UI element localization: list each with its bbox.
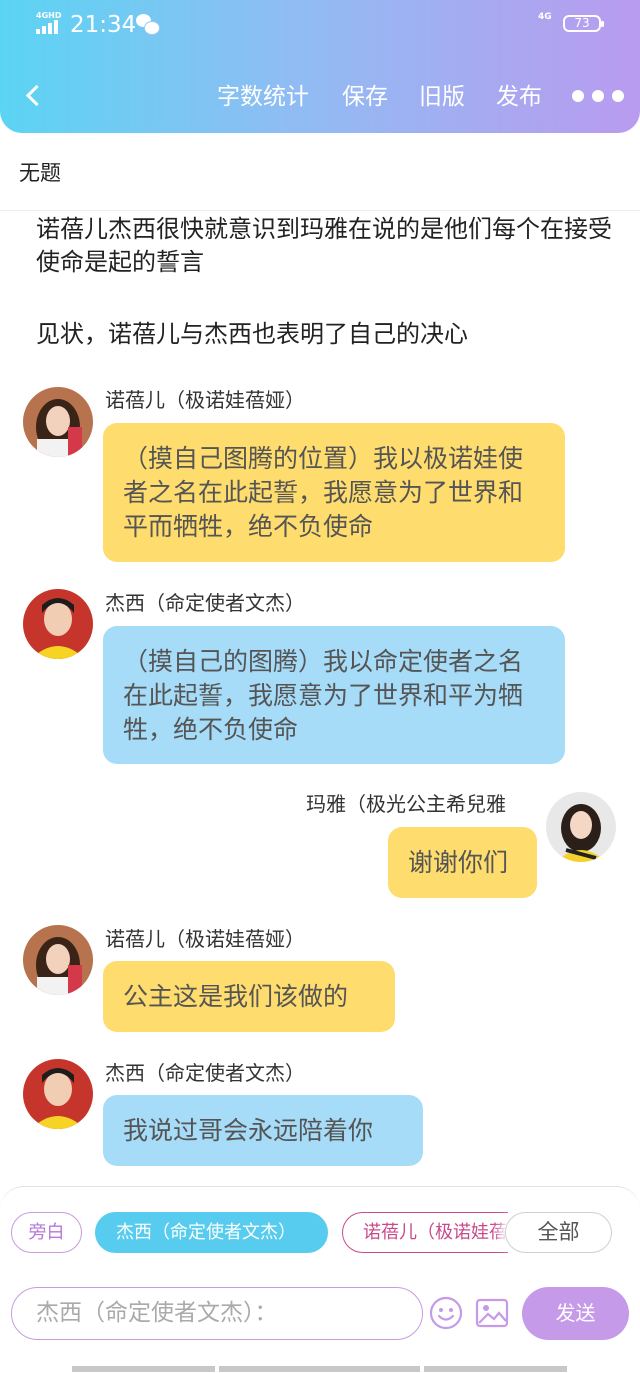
speaker-name: 诺蓓儿（极诺娃蓓娅） — [105, 927, 305, 951]
avatar-maya[interactable] — [546, 792, 616, 862]
battery-icon: 73 — [563, 15, 604, 32]
speaker-name: 杰西（命定使者文杰） — [105, 1061, 305, 1085]
story-title[interactable]: 无题 — [19, 157, 61, 189]
speaker-name: 杰西（命定使者文杰） — [105, 591, 305, 615]
wechat-icon — [136, 13, 160, 35]
nav-bar-segment — [219, 1366, 420, 1372]
back-button[interactable] — [20, 80, 50, 110]
status-time: 21:34 — [70, 12, 137, 38]
avatar-jessie[interactable] — [23, 1059, 93, 1129]
avatar-noel[interactable] — [23, 925, 93, 995]
message-bubble[interactable]: 我说过哥会永远陪着你 — [103, 1095, 423, 1166]
network-type-right: 4G — [538, 12, 552, 22]
role-chip-narrator[interactable]: 旁白 — [11, 1212, 82, 1253]
nav-bar-segment — [72, 1366, 215, 1372]
save-button[interactable]: 保存 — [342, 80, 388, 114]
narration-text: 见状，诺蓓儿与杰西也表明了自己的决心 — [36, 320, 468, 348]
battery-level: 73 — [574, 16, 590, 30]
message-bubble[interactable]: 公主这是我们该做的 — [103, 961, 395, 1032]
more-dots-icon — [572, 90, 584, 102]
publish-button[interactable]: 发布 — [496, 80, 542, 114]
nav-bar-segment — [424, 1366, 567, 1372]
message-input[interactable]: 杰西（命定使者文杰）： — [11, 1287, 423, 1340]
message-bubble[interactable]: （摸自己的图腾）我以命定使者之名在此起誓，我愿意为了世界和平为牺牲，绝不负使命 — [103, 626, 565, 764]
role-chip-jessie[interactable]: 杰西（命定使者文杰） — [95, 1212, 328, 1253]
more-button[interactable] — [572, 88, 624, 104]
old-version-button[interactable]: 旧版 — [419, 80, 465, 114]
app-header: 4GHD 21:34 4G 73 字数统计 保存 旧版 发布 — [0, 0, 640, 133]
avatar-jessie[interactable] — [23, 589, 93, 659]
avatar-noel[interactable] — [23, 387, 93, 457]
emoji-icon[interactable] — [429, 1296, 463, 1330]
message-bubble[interactable]: 谢谢你们 — [388, 827, 537, 898]
speaker-name: 诺蓓儿（极诺娃蓓娅） — [105, 388, 305, 412]
image-icon[interactable] — [475, 1298, 509, 1328]
divider — [0, 210, 640, 211]
status-bar: 4GHD 21:34 4G 73 — [0, 0, 640, 52]
speaker-name: 玛雅（极光公主希兒雅 — [306, 792, 506, 816]
network-type: 4GHD — [36, 11, 62, 20]
signal-icon: 4GHD — [36, 12, 62, 36]
message-bubble[interactable]: （摸自己图腾的位置）我以极诺娃使者之名在此起誓，我愿意为了世界和平而牺牲，绝不负… — [103, 423, 565, 562]
narration-text: 诺蓓儿杰西很快就意识到玛雅在说的是他们每个在接受使命是起的誓言 — [36, 215, 612, 276]
all-roles-button[interactable]: 全部 — [505, 1212, 612, 1253]
role-chip-noel[interactable]: 诺蓓儿（极诺娃蓓娅） — [342, 1212, 508, 1253]
word-count-button[interactable]: 字数统计 — [217, 80, 309, 114]
send-button[interactable]: 发送 — [522, 1287, 629, 1340]
